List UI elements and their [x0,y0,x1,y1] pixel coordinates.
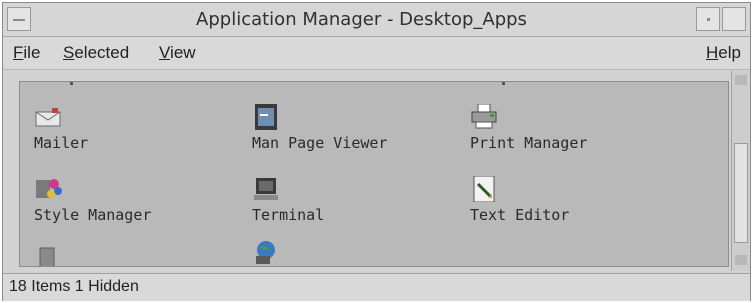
vertical-scrollbar[interactable] [731,71,750,271]
terminal-icon [254,178,278,200]
menu-help[interactable]: Help [706,43,741,63]
app-label: Style Manager [34,206,152,224]
tick-mark [502,82,505,85]
scroll-thumb[interactable] [734,143,748,243]
window-menu-button[interactable] [7,7,31,31]
menu-selected[interactable]: Selected [63,43,129,63]
scroll-down-arrow-icon[interactable] [735,255,747,265]
app-label: Text Editor [470,206,570,224]
menu-bar: File Selected View Help [3,37,750,70]
mailer-icon [35,108,61,127]
app-label: Terminal [252,206,325,224]
item-count-status: 18 Items 1 Hidden [9,278,139,295]
window-title: Application Manager - Desktop_Apps [196,9,527,30]
app-label: Mailer [34,134,89,152]
app-label: Print Manager [470,134,588,152]
app-icon-pane[interactable]: Mailer Man Page Viewer Print Manager Sty… [19,81,729,267]
trash-icon [39,247,55,266]
window-menu-icon [13,19,25,21]
text-editor-icon [473,176,495,202]
app-web-browser[interactable] [252,240,452,266]
app-print-manager[interactable]: Print Manager [470,104,670,164]
style-manager-icon [36,179,62,198]
print-manager-icon [471,104,497,129]
man-page-viewer-icon [255,104,277,130]
tick-mark [70,82,73,85]
app-label: Man Page Viewer [252,134,388,152]
scroll-up-arrow-icon[interactable] [735,75,747,85]
app-trash[interactable] [38,246,238,266]
app-mailer[interactable]: Mailer [34,104,234,164]
app-man-page-viewer[interactable]: Man Page Viewer [252,104,452,164]
app-text-editor[interactable]: Text Editor [470,176,670,236]
app-style-manager[interactable]: Style Manager [34,176,234,236]
menu-view[interactable]: View [159,43,196,63]
application-manager-window: Application Manager - Desktop_Apps File … [2,2,751,301]
minimize-button[interactable] [696,7,720,31]
web-browser-icon [256,241,275,264]
minimize-icon [707,18,710,21]
app-terminal[interactable]: Terminal [252,176,452,236]
menu-file[interactable]: File [13,43,40,63]
maximize-button[interactable] [722,7,746,31]
title-bar[interactable]: Application Manager - Desktop_Apps [3,3,750,37]
status-bar: 18 Items 1 Hidden [3,273,750,301]
